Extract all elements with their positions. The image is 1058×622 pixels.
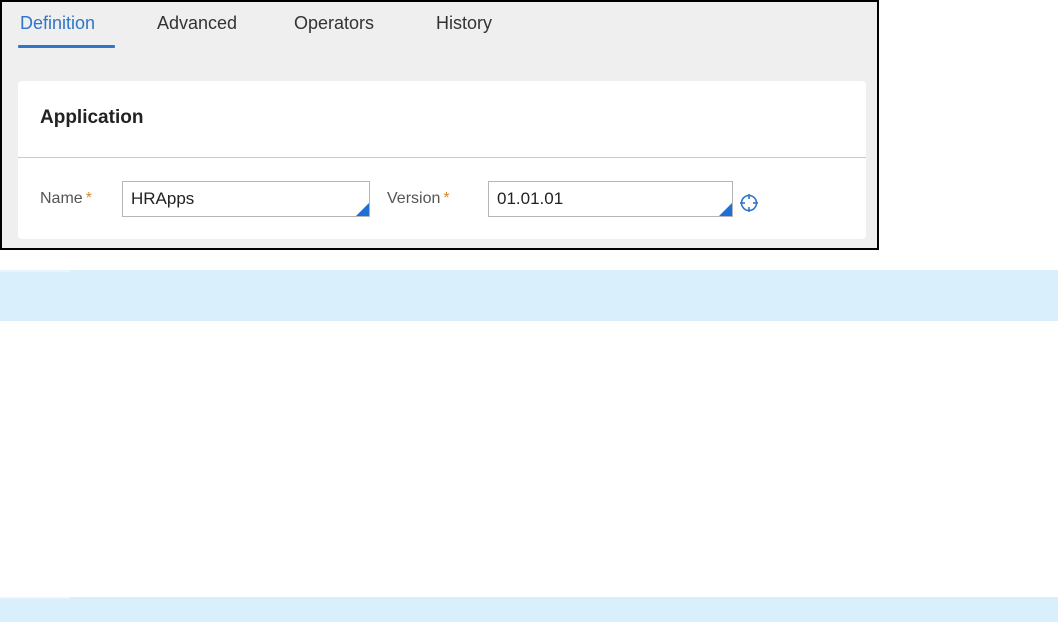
version-field[interactable] xyxy=(488,181,733,217)
section-title: Application xyxy=(40,107,144,128)
tab-bar: Definition Advanced Operators History xyxy=(2,2,877,48)
section-header: Application xyxy=(18,81,866,158)
tab-advanced-label: Advanced xyxy=(157,13,238,33)
band-edge xyxy=(0,270,70,272)
highlight-band xyxy=(0,270,1058,321)
band-edge xyxy=(0,597,70,599)
version-field-label: Version * xyxy=(387,190,450,208)
tab-operators[interactable]: Operators xyxy=(294,2,374,48)
active-tab-indicator xyxy=(18,45,116,48)
required-asterisk: * xyxy=(85,190,92,207)
name-input[interactable] xyxy=(123,182,369,216)
autocomplete-corner-icon xyxy=(719,203,732,216)
tab-history-label: History xyxy=(436,13,493,33)
name-label-text: Name xyxy=(40,190,83,207)
tab-operators-label: Operators xyxy=(294,13,375,33)
version-input[interactable] xyxy=(489,182,732,216)
autocomplete-corner-icon xyxy=(356,203,369,216)
tab-history[interactable]: History xyxy=(436,2,492,48)
tab-definition[interactable]: Definition xyxy=(18,2,116,48)
application-section-card: Application Name* Version* xyxy=(18,81,866,239)
name-field[interactable] xyxy=(122,181,370,217)
required-asterisk: * xyxy=(443,190,450,207)
tab-advanced[interactable]: Advanced xyxy=(157,2,237,48)
tab-definition-label: Definition xyxy=(20,13,96,33)
name-field-label: Name * xyxy=(40,190,92,208)
highlight-band xyxy=(0,597,1058,622)
version-label-text: Version xyxy=(387,190,441,207)
rule-form-panel: Definition Advanced Operators History Ap… xyxy=(0,0,879,250)
crosshair-target-icon[interactable] xyxy=(739,193,759,213)
